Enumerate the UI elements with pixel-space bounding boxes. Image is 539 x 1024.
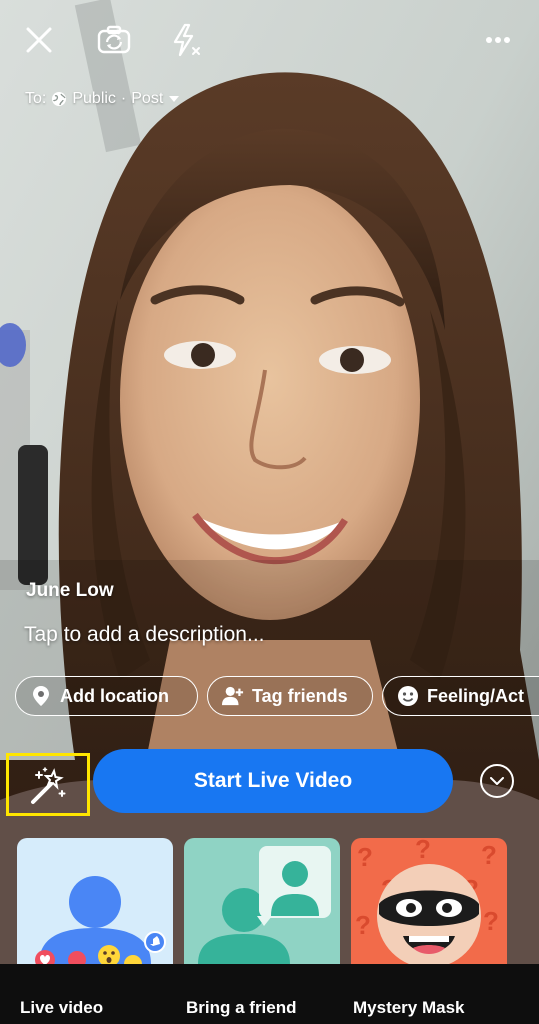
close-icon [26, 27, 52, 53]
close-button[interactable] [19, 20, 59, 60]
smiley-icon [397, 685, 419, 707]
feeling-activity-label: Feeling/Act [427, 685, 525, 706]
svg-text:?: ? [415, 838, 431, 864]
format-card-live-video[interactable] [17, 838, 173, 964]
mystery-mask-illustration: ??? ??? ? [355, 838, 499, 964]
audience-selector[interactable]: To: Public · Post [25, 90, 180, 108]
feeling-activity-chip[interactable]: Feeling/Act [382, 676, 539, 716]
format-label-bring-a-friend: Bring a friend [186, 998, 297, 1017]
svg-text:?: ? [483, 906, 499, 936]
audience-prefix: To: [25, 90, 47, 107]
broadcaster-name: June Low [26, 580, 114, 601]
location-pin-icon [30, 685, 52, 707]
audience-privacy: Public [72, 90, 116, 107]
format-label-mystery-mask: Mystery Mask [353, 998, 465, 1017]
tag-friends-icon [222, 685, 244, 707]
more-dots-icon [486, 37, 510, 43]
tag-friends-chip[interactable]: Tag friends [207, 676, 373, 716]
live-setup-screen: To: Public · Post June Low Tap to add a … [0, 0, 539, 1024]
audience-destination: Post [131, 90, 164, 107]
format-label-live-video: Live video [20, 998, 104, 1017]
bring-a-friend-illustration [198, 846, 331, 964]
svg-text:?: ? [357, 842, 373, 872]
add-location-label: Add location [60, 685, 169, 706]
flip-camera-button[interactable] [94, 20, 134, 60]
svg-text:?: ? [481, 840, 497, 870]
description-input[interactable]: Tap to add a description... [24, 623, 265, 647]
add-location-chip[interactable]: Add location [15, 676, 198, 716]
globe-icon [52, 92, 67, 106]
caret-down-icon [169, 96, 180, 102]
tag-friends-label: Tag friends [252, 685, 348, 706]
format-card-bring-a-friend[interactable] [184, 838, 340, 964]
camera-flip-icon [97, 25, 131, 54]
more-formats-button[interactable] [480, 764, 514, 798]
start-live-video-button[interactable]: Start Live Video [93, 749, 453, 813]
chevron-down-icon [490, 776, 504, 785]
format-card-mystery-mask[interactable]: ??? ??? ? [351, 838, 507, 964]
flash-off-icon [173, 23, 200, 57]
svg-text:?: ? [355, 910, 371, 940]
flash-button[interactable] [166, 20, 206, 60]
effects-button[interactable] [6, 753, 90, 816]
more-options-button[interactable] [478, 20, 518, 60]
audience-separator: · [120, 90, 127, 107]
magic-wand-icon [31, 766, 66, 804]
live-video-illustration [35, 876, 166, 964]
